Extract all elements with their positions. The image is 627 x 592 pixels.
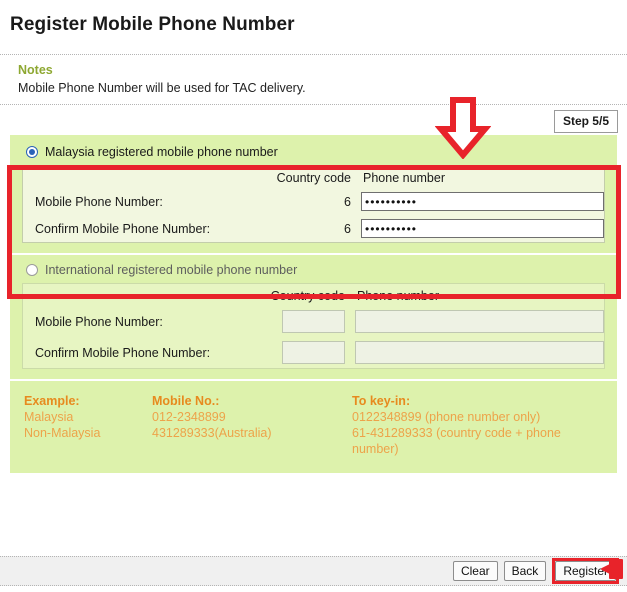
example-mobile-no-malaysia: 012-2348899	[152, 410, 226, 424]
table-header-row: Country code Phone number	[23, 284, 604, 306]
option-label-malaysia: Malaysia registered mobile phone number	[45, 145, 278, 159]
phone-input-intl-confirm	[355, 341, 604, 364]
country-code-value-mobile: 6	[344, 194, 351, 209]
example-label-non-malaysia: Non-Malaysia	[24, 426, 101, 440]
header-spacer	[23, 166, 267, 188]
phone-input-intl-mobile	[355, 310, 604, 333]
header-spacer-intl	[23, 284, 260, 306]
table-row: Mobile Phone Number: 6	[23, 188, 604, 215]
back-button[interactable]: Back	[503, 561, 547, 581]
example-label-malaysia: Malaysia	[24, 410, 74, 424]
footer-button-bar: Clear Back Register	[0, 556, 627, 586]
country-code-input-intl-mobile	[282, 310, 345, 333]
country-code-value-confirm: 6	[344, 221, 351, 236]
example-key-in-non-malaysia: 61-431289333 (country code + phone numbe…	[352, 426, 561, 456]
radio-malaysia[interactable]	[26, 146, 38, 158]
inner-panel-malaysia: Country code Phone number Mobile Phone N…	[22, 165, 605, 243]
phone-number-cell-intl-mobile	[355, 306, 604, 337]
country-code-cell-intl-mobile	[260, 306, 355, 337]
notes-text: Mobile Phone Number will be used for TAC…	[18, 81, 306, 95]
phone-number-cell-confirm	[361, 215, 604, 242]
table-row: Mobile Phone Number:	[23, 306, 604, 337]
example-heading-to-key-in: To key-in:	[352, 394, 411, 408]
radio-international[interactable]	[26, 264, 38, 276]
option-block-international[interactable]: International registered mobile phone nu…	[10, 255, 617, 379]
header-phone-number: Phone number	[363, 171, 446, 185]
example-mobile-no-non-malaysia: 431289333(Australia)	[152, 426, 272, 440]
example-column-mobile-no: Mobile No.: 012-2348899 431289333(Austra…	[152, 393, 352, 457]
row-label-mobile-phone: Mobile Phone Number:	[35, 194, 163, 209]
example-heading-mobile-no: Mobile No.:	[152, 394, 220, 408]
notes-panel: Notes Mobile Phone Number will be used f…	[0, 54, 627, 105]
step-row: Step 5/5	[0, 105, 627, 135]
row-label-mobile-phone-intl: Mobile Phone Number:	[35, 314, 163, 329]
option-header-malaysia[interactable]: Malaysia registered mobile phone number	[22, 145, 605, 159]
header-phone-number-intl: Phone number	[357, 289, 440, 303]
red-down-arrow-icon	[435, 97, 491, 159]
row-label-confirm-mobile-phone: Confirm Mobile Phone Number:	[35, 221, 211, 236]
page-title: Register Mobile Phone Number	[10, 14, 295, 35]
form-table-malaysia: Country code Phone number Mobile Phone N…	[23, 166, 604, 242]
table-row: Confirm Mobile Phone Number: 6	[23, 215, 604, 242]
form-table-international: Country code Phone number Mobile Phone N…	[23, 284, 604, 368]
row-label-confirm-mobile-phone-intl: Confirm Mobile Phone Number:	[35, 345, 211, 360]
header-country-code: Country code	[276, 171, 351, 185]
notes-title: Notes	[18, 63, 53, 77]
clear-button[interactable]: Clear	[452, 561, 498, 581]
phone-input-mobile[interactable]	[361, 192, 604, 211]
option-block-malaysia[interactable]: Malaysia registered mobile phone number …	[10, 135, 617, 253]
table-row: Confirm Mobile Phone Number:	[23, 337, 604, 368]
phone-input-confirm[interactable]	[361, 219, 604, 238]
option-label-international: International registered mobile phone nu…	[45, 263, 298, 277]
example-key-in-malaysia: 0122348899 (phone number only)	[352, 410, 541, 424]
header-country-code-intl: Country code	[270, 289, 345, 303]
example-column-labels: Example: Malaysia Non-Malaysia	[24, 393, 152, 457]
option-header-international[interactable]: International registered mobile phone nu…	[22, 263, 605, 277]
phone-number-cell-mobile	[361, 188, 604, 215]
country-code-cell-intl-confirm	[260, 337, 355, 368]
country-code-input-intl-confirm	[282, 341, 345, 364]
red-left-arrow-icon	[601, 559, 623, 579]
inner-panel-international: Country code Phone number Mobile Phone N…	[22, 283, 605, 369]
example-panel: Example: Malaysia Non-Malaysia Mobile No…	[10, 381, 617, 473]
table-header-row: Country code Phone number	[23, 166, 604, 188]
phone-number-cell-intl-confirm	[355, 337, 604, 368]
example-heading-example: Example:	[24, 394, 80, 408]
step-badge: Step 5/5	[553, 110, 618, 133]
example-column-to-key-in: To key-in: 0122348899 (phone number only…	[352, 393, 605, 457]
